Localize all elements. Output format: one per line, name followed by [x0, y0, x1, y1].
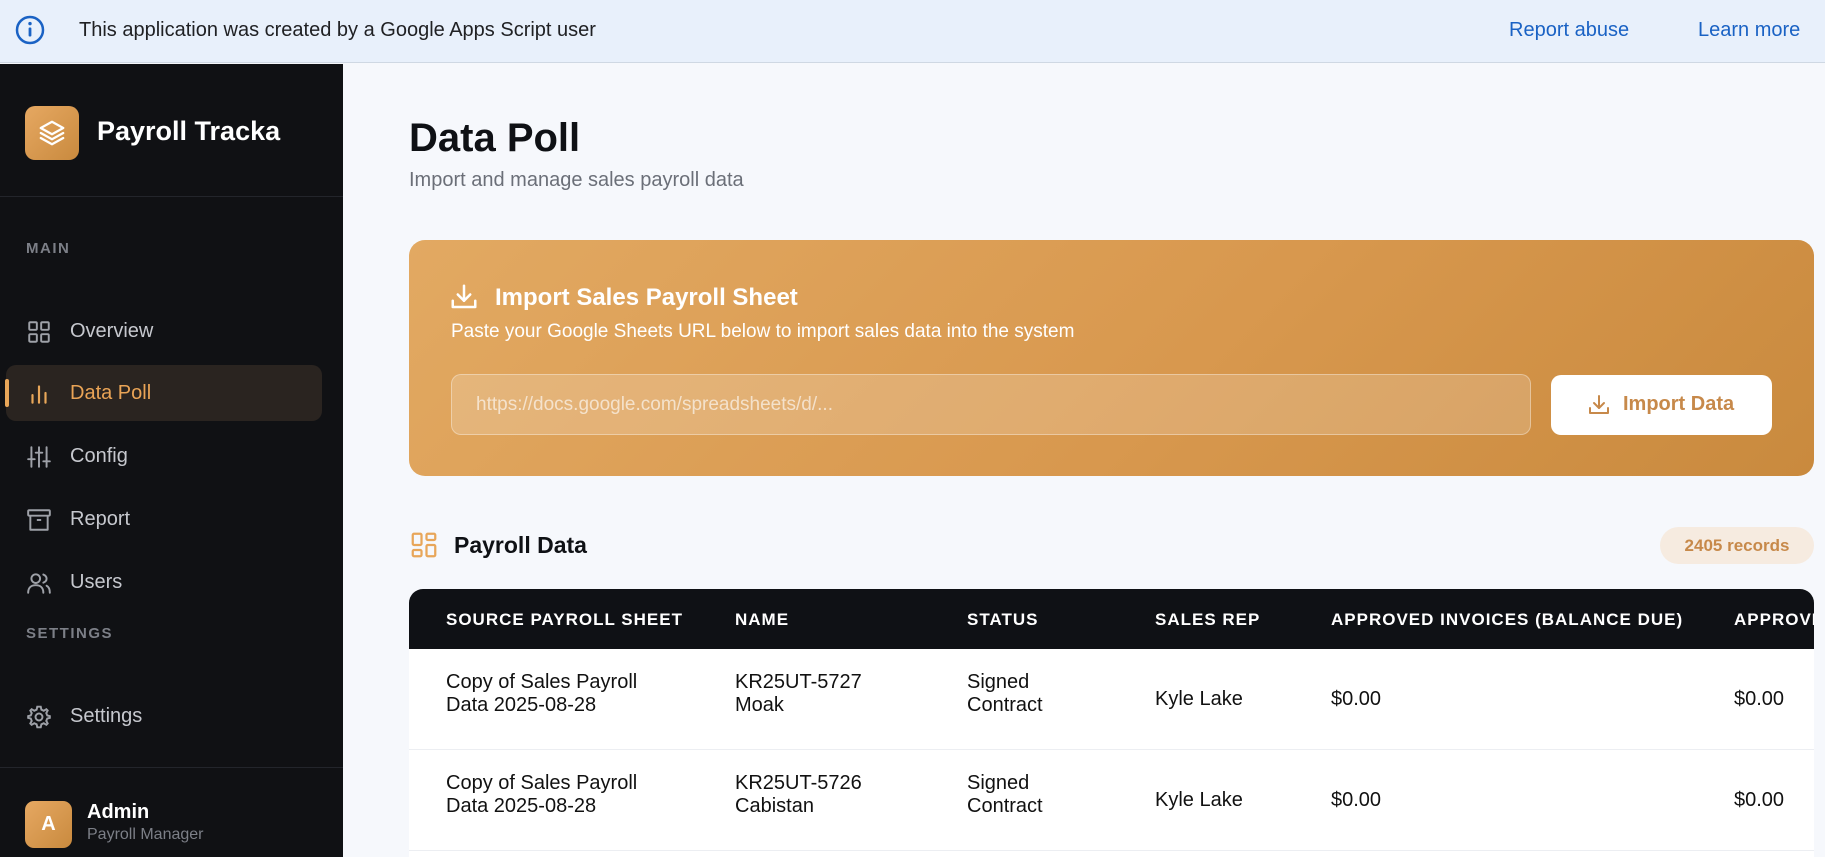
grid-icon [28, 321, 50, 343]
info-icon [15, 15, 45, 45]
download-icon [451, 284, 477, 309]
sidebar-item-settings[interactable]: Settings [6, 688, 322, 744]
sliders-icon [27, 446, 51, 468]
layers-logo-icon [25, 106, 79, 160]
avatar: A [25, 801, 72, 848]
sidebar-item-report[interactable]: Report [6, 491, 322, 547]
users-icon [27, 573, 51, 594]
column-header[interactable]: SOURCE PAYROLL SHEET [446, 610, 683, 630]
import-title: Import Sales Payroll Sheet [495, 284, 798, 311]
cell-source: Copy of Sales Payroll Data 2025-08-28 [446, 671, 638, 716]
page-title: Data Poll [409, 116, 581, 160]
import-card: Import Sales Payroll Sheet Paste your Go… [409, 240, 1814, 476]
user-profile[interactable]: A Admin Payroll Manager [0, 767, 343, 857]
sidebar-item-users[interactable]: Users [6, 554, 322, 610]
sidebar-item-data-poll[interactable]: Data Poll [5, 365, 322, 421]
records-badge: 2405 records [1660, 527, 1814, 564]
cell-approved-invoices: $0.00 [1331, 789, 1382, 811]
cell-approved: $0.00 [1734, 688, 1785, 710]
payroll-table: SOURCE PAYROLL SHEET NAME STATUS SALES R… [409, 589, 1814, 857]
cell-sales-rep: Kyle Lake [1155, 789, 1243, 811]
cell-sales-rep: Kyle Lake [1155, 688, 1243, 710]
payroll-data-title: Payroll Data [454, 532, 587, 558]
import-data-button[interactable]: Import Data [1551, 375, 1772, 435]
sheet-url-input[interactable] [451, 374, 1531, 435]
banner-message: This application was created by a Google… [79, 19, 596, 41]
sidebar-item-label: Users [70, 571, 123, 593]
archive-icon [27, 509, 51, 531]
cell-approved: $0.00 [1734, 789, 1785, 811]
gear-icon [27, 705, 51, 729]
cell-approved-invoices: $0.00 [1331, 688, 1382, 710]
column-header[interactable]: NAME [735, 610, 789, 630]
page-subtitle: Import and manage sales payroll data [409, 169, 744, 191]
table-row[interactable]: Copy of Sales Payroll Data 2025-08-28 KR2… [409, 649, 1814, 750]
download-icon [1589, 395, 1609, 414]
cell-source: Copy of Sales Payroll Data 2025-08-28 [446, 772, 638, 817]
section-label-main: MAIN [26, 240, 71, 257]
import-button-label: Import Data [1623, 393, 1735, 415]
sidebar-item-label: Overview [70, 320, 154, 342]
learn-more-link[interactable]: Learn more [1698, 19, 1800, 42]
sidebar-item-config[interactable]: Config [6, 428, 322, 484]
user-name: Admin [87, 801, 150, 823]
sidebar: Payroll Tracka MAIN Overview Data Poll C… [0, 64, 343, 857]
sidebar-item-label: Config [70, 445, 128, 467]
apps-script-banner: This application was created by a Google… [0, 0, 1825, 63]
bar-chart-icon [31, 385, 47, 404]
user-role: Payroll Manager [87, 826, 204, 843]
sidebar-item-overview[interactable]: Overview [6, 303, 322, 359]
section-label-settings: SETTINGS [26, 625, 114, 642]
table-row[interactable]: Copy of Sales Payroll Data 2025-08-28 KR2… [409, 750, 1814, 851]
sidebar-item-label: Report [70, 508, 131, 530]
report-abuse-link[interactable]: Report abuse [1509, 19, 1629, 42]
column-header[interactable]: STATUS [967, 610, 1038, 630]
app-name: Payroll Tracka [97, 116, 281, 146]
column-header[interactable]: APPROVED INVOICES (BALANCE DUE) [1331, 610, 1683, 630]
brand: Payroll Tracka [0, 64, 343, 197]
cell-name: KR25UT-5727 Moak [735, 671, 862, 716]
import-description: Paste your Google Sheets URL below to im… [451, 321, 1075, 342]
sidebar-item-label: Data Poll [70, 382, 152, 404]
cell-status: Signed Contract [967, 772, 1043, 817]
column-header[interactable]: SALES REP [1155, 610, 1260, 630]
cell-status: Signed Contract [967, 671, 1043, 716]
sidebar-item-label: Settings [70, 705, 143, 727]
cell-name: KR25UT-5726 Cabistan [735, 772, 862, 817]
column-header[interactable]: APPROVED [1734, 610, 1814, 630]
dashboard-icon [411, 532, 437, 558]
table-header: SOURCE PAYROLL SHEET NAME STATUS SALES R… [409, 589, 1814, 649]
